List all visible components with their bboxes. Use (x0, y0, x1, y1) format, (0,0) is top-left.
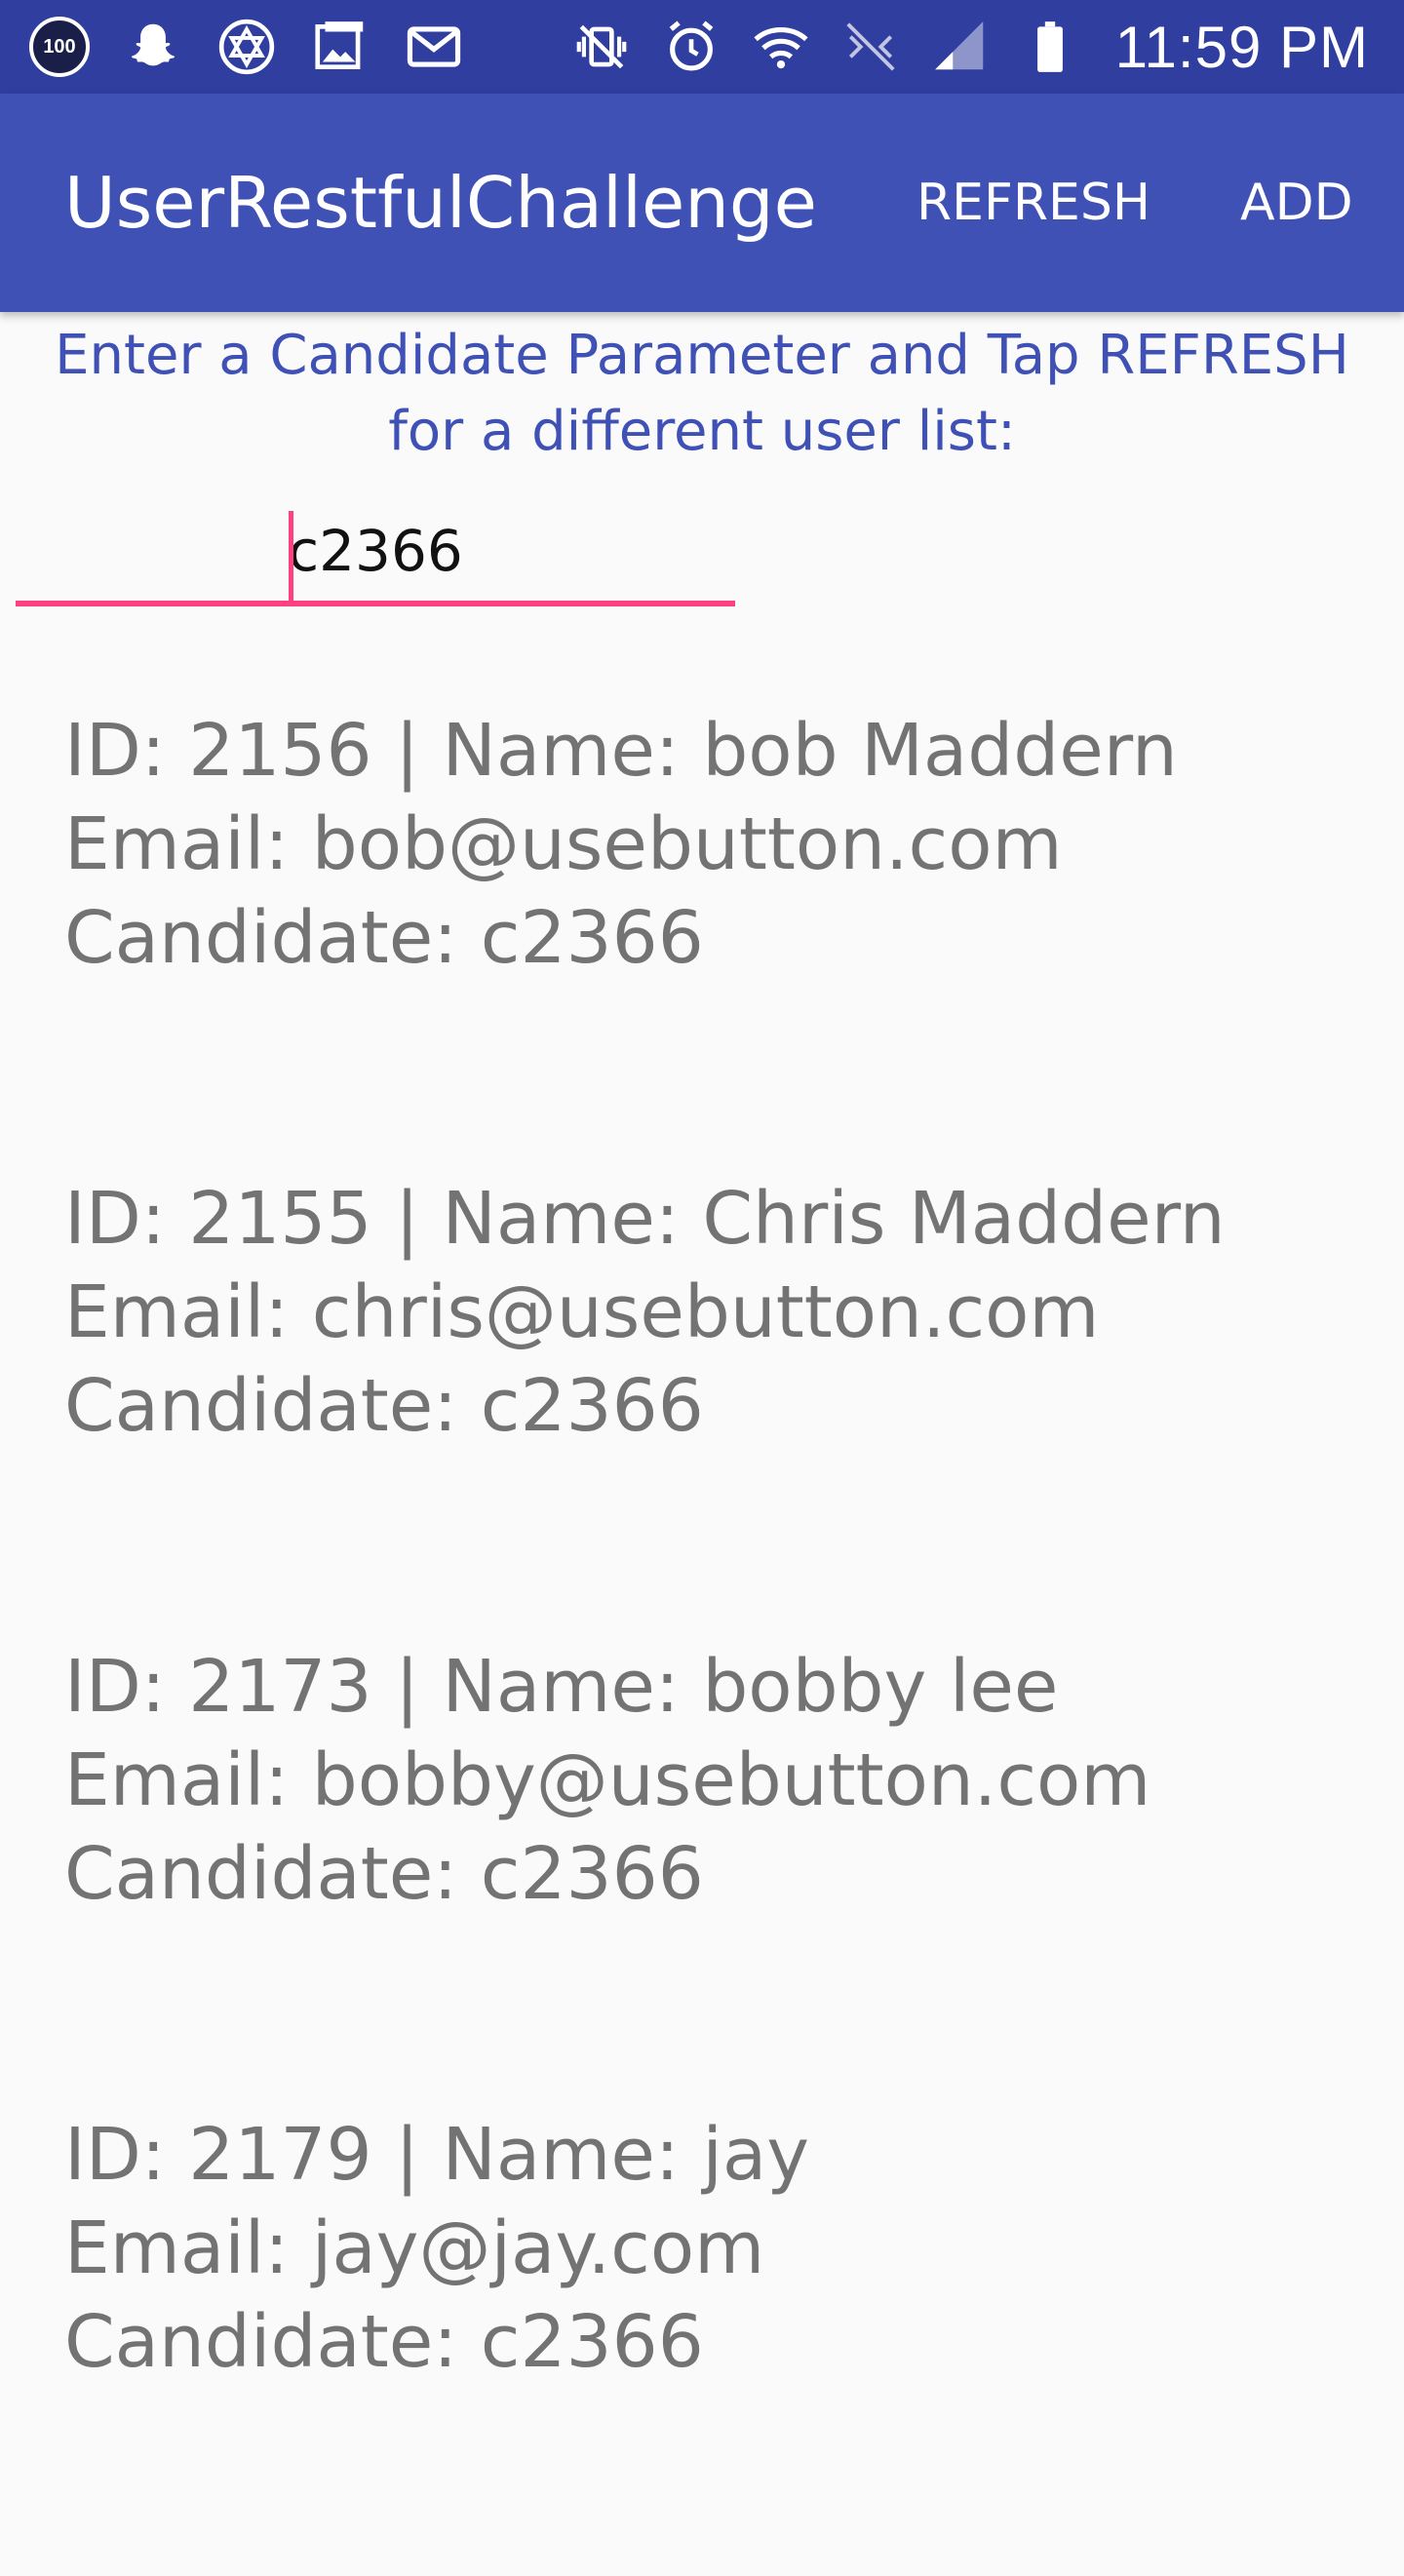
user-email: Email: chris@usebutton.com (64, 1270, 1100, 1354)
alarm-icon (661, 17, 722, 77)
user-id-name: ID: 2179 | Name: jay (64, 2113, 810, 2197)
status-bar: 100 11:59 PM (0, 0, 1404, 94)
lte-icon (840, 17, 901, 77)
list-item[interactable]: ID: 2179 | Name: jay Email: jay@jay.com … (0, 2108, 1404, 2576)
wifi-icon (751, 17, 811, 77)
system-icons: 11:59 PM (571, 14, 1369, 80)
list-item[interactable]: ID: 2173 | Name: bobby lee Email: bobby@… (0, 1640, 1404, 2108)
user-candidate: Candidate: c2366 (64, 896, 704, 980)
user-candidate: Candidate: c2366 (64, 2300, 704, 2384)
refresh-button[interactable]: REFRESH (916, 94, 1150, 312)
user-id-name: ID: 2155 | Name: Chris Maddern (64, 1177, 1226, 1261)
battery-icon (1020, 17, 1080, 77)
candidate-input-container (16, 497, 735, 610)
gmail-icon (404, 17, 464, 77)
text-cursor (289, 511, 293, 601)
user-id-name: ID: 2173 | Name: bobby lee (64, 1645, 1059, 1729)
user-email: Email: bob@usebutton.com (64, 802, 1063, 886)
list-item[interactable]: ID: 2156 | Name: bob Maddern Email: bob@… (0, 704, 1404, 1172)
user-email: Email: jay@jay.com (64, 2206, 765, 2290)
photo-gallery-icon (310, 17, 370, 77)
user-candidate: Candidate: c2366 (64, 1364, 704, 1448)
list-item[interactable]: ID: 2155 | Name: Chris Maddern Email: ch… (0, 1172, 1404, 1640)
user-email: Email: bobby@usebutton.com (64, 1738, 1151, 1822)
user-candidate: Candidate: c2366 (64, 1832, 704, 1916)
candidate-input[interactable] (16, 497, 735, 605)
notification-icons: 100 (29, 14, 464, 80)
user-list[interactable]: ID: 2156 | Name: bob Maddern Email: bob@… (0, 704, 1404, 2576)
app-bar: UserRestfulChallenge REFRESH ADD (0, 94, 1404, 312)
user-id-name: ID: 2156 | Name: bob Maddern (64, 709, 1178, 793)
app-title: UserRestfulChallenge (64, 162, 817, 244)
star-of-david-icon (216, 17, 277, 77)
hundred-badge-icon: 100 (29, 17, 90, 77)
signal-icon (930, 17, 991, 77)
input-underline (16, 601, 735, 606)
add-button[interactable]: ADD (1240, 94, 1353, 312)
snapchat-ghost-icon (123, 17, 183, 77)
vibrate-mute-icon (571, 17, 632, 77)
clock: 11:59 PM (1114, 14, 1369, 80)
instruction-text: Enter a Candidate Parameter and Tap REFR… (55, 324, 1349, 463)
